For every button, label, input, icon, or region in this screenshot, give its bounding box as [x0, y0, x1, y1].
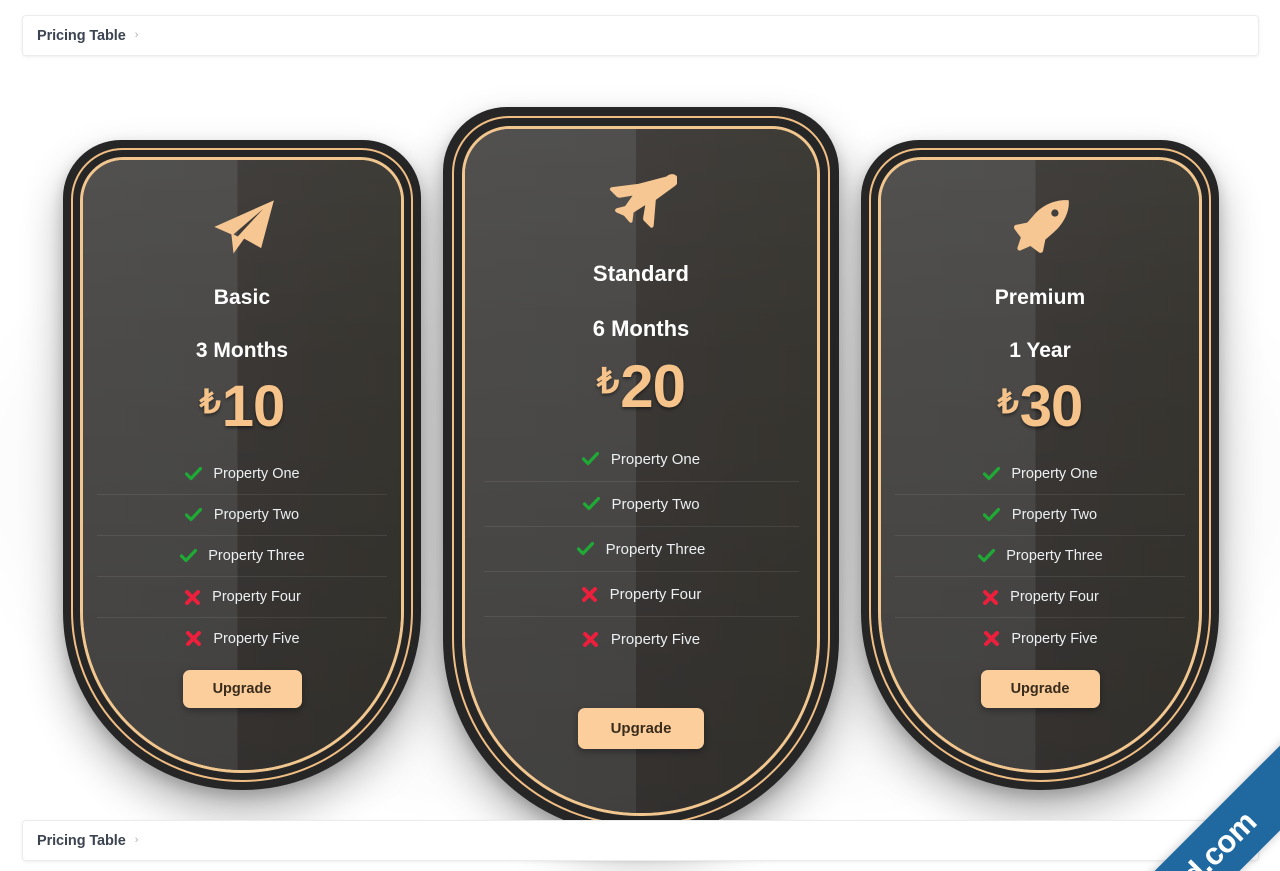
breadcrumb-label: Pricing Table [37, 832, 126, 849]
feature-label: Property Five [213, 630, 300, 647]
check-icon [184, 465, 202, 483]
page-root: Pricing Table › Basic 3 Months ₺ 10 Prop… [0, 0, 1280, 871]
check-icon [982, 465, 1000, 483]
plan-period: 3 Months [195, 339, 289, 362]
breadcrumb-label: Pricing Table [37, 27, 126, 44]
rocket-icon [1007, 198, 1073, 260]
list-item: Property Two [483, 482, 799, 527]
plan-price: ₺ 30 [997, 374, 1084, 439]
feature-label: Property One [1011, 466, 1098, 483]
check-icon [582, 495, 600, 513]
upgrade-button[interactable]: Upgrade [980, 670, 1100, 708]
feature-label: Property Two [1011, 507, 1098, 524]
feature-label: Property Three [1006, 548, 1103, 565]
cross-icon [982, 630, 1000, 648]
list-item: Property Four [895, 577, 1185, 619]
pricing-card-basic[interactable]: Basic 3 Months ₺ 10 Property One Propert… [63, 140, 421, 790]
list-item: Property Three [483, 527, 799, 572]
airplane-icon [605, 171, 677, 235]
plan-name: Premium [994, 286, 1086, 309]
feature-label: Property One [610, 450, 701, 468]
feature-label: Property Four [1010, 589, 1099, 606]
list-item: Property Four [97, 577, 387, 619]
chevron-right-icon: › [134, 834, 139, 846]
feature-label: Property Four [212, 589, 301, 606]
list-item: Property Five [97, 618, 387, 659]
list-item: Property Four [483, 572, 799, 617]
currency-symbol: ₺ [997, 383, 1019, 420]
price-amount: 20 [620, 353, 686, 420]
list-item: Property Three [97, 536, 387, 578]
feature-list: Property One Property Two Property Three… [483, 437, 799, 662]
check-icon [977, 547, 995, 565]
list-item: Property Three [895, 536, 1185, 578]
chevron-right-icon: › [134, 29, 139, 41]
feature-label: Property Four [609, 585, 702, 603]
cross-icon [981, 588, 999, 606]
check-icon [983, 506, 1001, 524]
check-icon [582, 450, 600, 468]
feature-label: Property Two [213, 507, 300, 524]
currency-symbol: ₺ [199, 383, 221, 420]
card-inner-panel: Basic 3 Months ₺ 10 Property One Propert… [80, 157, 404, 773]
feature-label: Property Three [208, 548, 305, 565]
check-icon [179, 547, 197, 565]
feature-list: Property One Property Two Property Three… [97, 454, 387, 659]
plan-period: 6 Months [592, 316, 690, 341]
list-item: Property Two [895, 495, 1185, 537]
cross-icon [183, 588, 201, 606]
price-amount: 30 [1019, 374, 1084, 439]
card-inner-panel: Standard 6 Months ₺ 20 Property One Prop… [462, 126, 820, 816]
card-inner-panel: Premium 1 Year ₺ 30 Property One Propert… [878, 157, 1202, 773]
plan-price: ₺ 20 [596, 353, 686, 420]
plan-price: ₺ 10 [199, 374, 286, 439]
cross-icon [184, 630, 202, 648]
paper-plane-icon [208, 198, 276, 260]
feature-label: Property Five [1011, 630, 1098, 647]
check-icon [577, 540, 595, 558]
list-item: Property One [483, 437, 799, 482]
price-amount: 10 [221, 374, 286, 439]
feature-label: Property Three [605, 540, 706, 558]
upgrade-button[interactable]: Upgrade [182, 670, 302, 708]
list-item: Property Five [484, 617, 799, 662]
feature-label: Property One [213, 466, 300, 483]
feature-label: Property Five [610, 631, 701, 648]
bottom-breadcrumb-bar[interactable]: Pricing Table › [22, 820, 1259, 861]
check-icon [185, 506, 203, 524]
plan-name: Basic [213, 286, 271, 309]
plan-name: Standard [592, 261, 690, 286]
currency-symbol: ₺ [596, 362, 620, 401]
list-item: Property Five [895, 618, 1185, 659]
feature-list: Property One Property Two Property Three… [895, 454, 1185, 659]
pricing-card-standard[interactable]: Standard 6 Months ₺ 20 Property One Prop… [443, 107, 839, 835]
cross-icon [582, 631, 600, 649]
list-item: Property One [97, 454, 387, 496]
cross-icon [581, 585, 599, 603]
list-item: Property Two [97, 495, 387, 537]
pricing-card-premium[interactable]: Premium 1 Year ₺ 30 Property One Propert… [861, 140, 1219, 790]
list-item: Property One [895, 454, 1185, 496]
upgrade-button[interactable]: Upgrade [578, 708, 704, 749]
top-breadcrumb-bar[interactable]: Pricing Table › [22, 15, 1259, 56]
pricing-cards-container: Basic 3 Months ₺ 10 Property One Propert… [0, 58, 1280, 835]
feature-label: Property Two [611, 495, 700, 513]
plan-period: 1 Year [1009, 339, 1071, 362]
